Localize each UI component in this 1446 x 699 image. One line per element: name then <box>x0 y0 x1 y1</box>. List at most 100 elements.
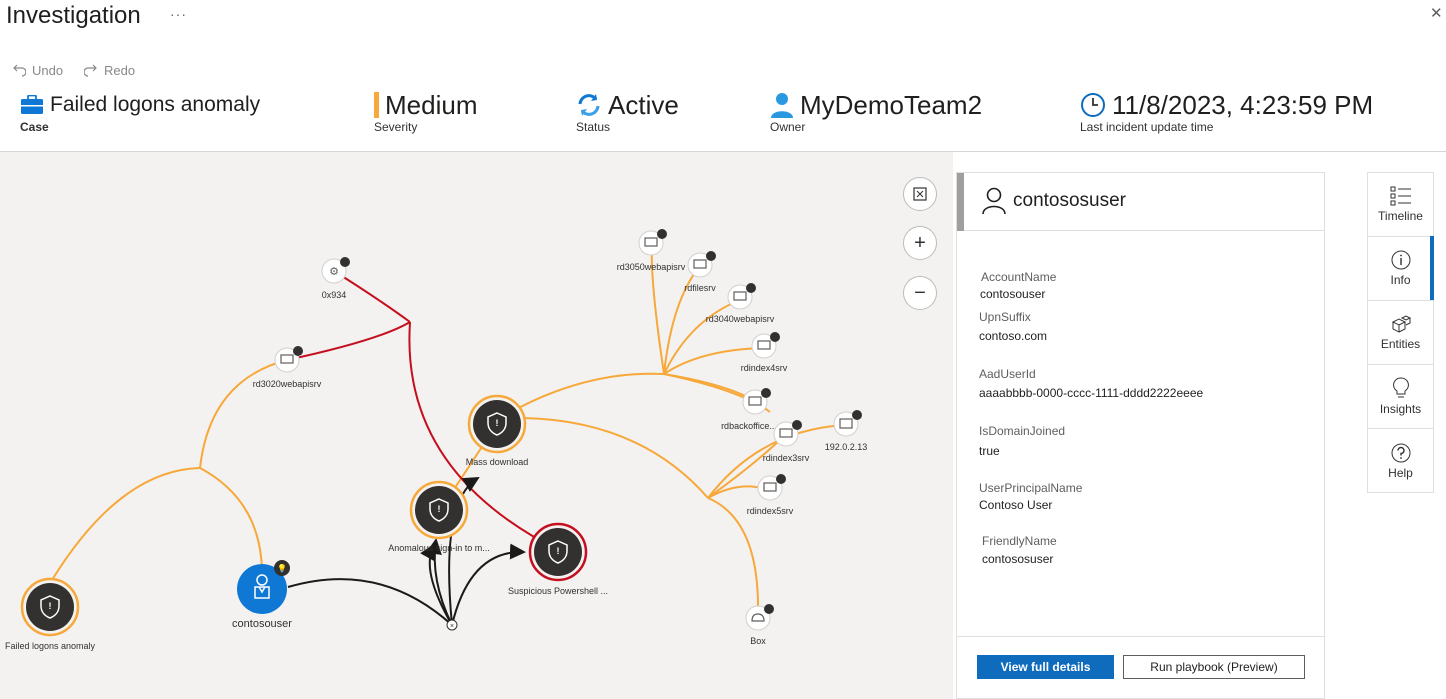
node-label-rd3050webapisrv: rd3050webapisrv <box>617 262 686 272</box>
entity-node-ip[interactable]: 192.0.2.13 <box>825 410 868 452</box>
entity-details-panel: contososuser AccountName contosouser Upn… <box>956 172 1325 699</box>
redo-label: Redo <box>104 63 136 78</box>
node-label-rdfilesrv: rdfilesrv <box>684 283 716 293</box>
entity-node-rdfilesrv[interactable]: rdfilesrv <box>684 251 716 293</box>
entities-icon <box>1391 315 1411 333</box>
node-label-rdindex4srv: rdindex4srv <box>741 363 788 373</box>
case-name: Failed logons anomaly <box>50 93 261 116</box>
svg-text:💡: 💡 <box>277 563 287 573</box>
undo-label: Undo <box>32 63 64 78</box>
entity-node-rd3050webapisrv[interactable]: rd3050webapisrv <box>617 229 686 272</box>
alert-node-suspicious-powershell[interactable]: ! Suspicious Powershell ... <box>508 522 608 596</box>
undo-button[interactable]: Undo <box>12 63 63 78</box>
case-caption: Case <box>20 120 49 134</box>
node-label-contosouser: contosouser <box>232 618 292 630</box>
rail-item-insights[interactable]: Insights <box>1368 365 1433 429</box>
prop-key-isdomainjoined: IsDomainJoined <box>979 424 1066 438</box>
plus-icon: + <box>914 231 926 254</box>
panel-entity-name: contososuser <box>1013 190 1127 211</box>
rail-item-help[interactable]: Help <box>1368 429 1433 493</box>
update-time-caption: Last incident update time <box>1080 120 1214 134</box>
alert-node-mass-download[interactable]: ! Mass download <box>466 394 529 467</box>
zoom-in-button[interactable]: + <box>903 226 937 260</box>
entity-node-box[interactable]: Box <box>745 604 774 646</box>
node-label-box: Box <box>750 636 766 646</box>
investigation-graph-canvas[interactable]: × ! Failed logons anomaly ! Mass downloa… <box>0 152 953 699</box>
rail-item-entities[interactable]: Entities <box>1368 301 1433 365</box>
rail-item-info[interactable]: Info <box>1368 237 1433 301</box>
zoom-out-button[interactable]: − <box>903 276 937 310</box>
node-label-rd3040webapisrv: rd3040webapisrv <box>706 314 775 324</box>
node-label-rdindex5srv: rdindex5srv <box>747 506 794 516</box>
prop-value-userprincipalname: Contoso User <box>979 498 1053 512</box>
node-label-0x934: 0x934 <box>322 290 347 300</box>
node-label-ip: 192.0.2.13 <box>825 442 868 452</box>
node-label-failed-logons: Failed logons anomaly <box>5 641 96 651</box>
person-icon <box>771 93 793 118</box>
info-icon <box>1391 250 1410 270</box>
close-button[interactable]: ✕ <box>1430 4 1443 22</box>
update-time-summary: 11/8/2023, 4:23:59 PM Last incident upda… <box>1080 90 1373 134</box>
severity-value: Medium <box>385 90 478 120</box>
owner-value: MyDemoTeam2 <box>800 90 983 120</box>
view-full-details-button[interactable]: View full details <box>977 655 1114 679</box>
svg-text:×: × <box>450 623 454 630</box>
case-summary: Failed logons anomaly Case <box>20 90 260 134</box>
entity-node-rdbackoffice[interactable]: rdbackoffice... <box>721 388 777 431</box>
prop-key-upnsuffix: UpnSuffix <box>979 310 1031 324</box>
clock-icon <box>1081 93 1105 117</box>
prop-key-friendlyname: FriendlyName <box>982 534 1057 548</box>
severity-bar <box>374 92 379 118</box>
prop-key-accountname: AccountName <box>981 270 1057 284</box>
help-icon <box>1391 443 1410 462</box>
status-value: Active <box>608 90 679 120</box>
svg-text:!: ! <box>49 601 52 611</box>
entity-node-contosouser[interactable]: 💡 contosouser <box>232 560 292 630</box>
svg-text:!: ! <box>557 546 560 556</box>
rail-item-timeline[interactable]: Timeline <box>1368 173 1433 237</box>
node-label-mass-download: Mass download <box>466 457 529 467</box>
prop-value-upnsuffix: contoso.com <box>979 329 1048 343</box>
update-time-value: 11/8/2023, 4:23:59 PM <box>1112 90 1374 120</box>
entity-node-rdindex5srv[interactable]: rdindex5srv <box>747 474 794 516</box>
prop-value-isdomainjoined: true <box>979 444 1000 458</box>
graph-hub-node[interactable]: × <box>446 619 458 631</box>
fit-screen-icon <box>913 187 927 201</box>
node-label-rdbackoffice: rdbackoffice... <box>721 421 777 431</box>
undo-icon <box>13 64 26 77</box>
refresh-icon <box>578 94 600 116</box>
redo-icon <box>84 64 97 77</box>
redo-button[interactable]: Redo <box>84 63 135 78</box>
investigation-header: Investigation ··· ✕ Undo Redo Failed log… <box>0 0 1446 152</box>
prop-value-accountname: contosouser <box>980 287 1046 301</box>
rail-label-help: Help <box>1388 465 1413 480</box>
user-outline-icon <box>982 187 1006 215</box>
svg-text:!: ! <box>496 418 499 428</box>
node-label-rdindex3srv: rdindex3srv <box>763 453 810 463</box>
alert-node-failed-logons[interactable]: ! Failed logons anomaly <box>5 577 96 651</box>
side-rail: Timeline Info Entities Insights Help <box>1367 172 1434 493</box>
prop-value-aaduserid: aaaabbbb-0000-cccc-1111-dddd2222eeee <box>979 386 1204 400</box>
severity-summary: Medium Severity <box>374 90 477 134</box>
prop-key-userprincipalname: UserPrincipalName <box>979 481 1083 495</box>
severity-caption: Severity <box>374 120 418 134</box>
owner-summary: MyDemoTeam2 Owner <box>770 90 982 134</box>
panel-footer-divider <box>957 636 1324 637</box>
lightbulb-icon <box>1392 377 1409 398</box>
entity-node-rdindex4srv[interactable]: rdindex4srv <box>741 332 788 373</box>
svg-text:!: ! <box>438 504 441 514</box>
node-label-rd3020webapisrv: rd3020webapisrv <box>253 379 322 389</box>
fit-to-screen-button[interactable] <box>903 177 937 211</box>
entity-node-rd3040webapisrv[interactable]: rd3040webapisrv <box>706 283 775 324</box>
minus-icon: − <box>914 281 926 304</box>
node-label-anomalous-signin: Anomalous sign-in to m... <box>388 543 490 553</box>
rail-active-indicator <box>1430 236 1434 300</box>
timeline-icon <box>1390 186 1411 206</box>
run-playbook-button[interactable]: Run playbook (Preview) <box>1123 655 1305 679</box>
investigation-graph[interactable]: × ! Failed logons anomaly ! Mass downloa… <box>0 152 953 699</box>
prop-key-aaduserid: AadUserId <box>979 367 1036 381</box>
more-options-button[interactable]: ··· <box>170 6 187 22</box>
status-summary: Active Status <box>576 90 679 134</box>
briefcase-icon <box>21 95 43 114</box>
rail-label-timeline: Timeline <box>1378 209 1423 223</box>
